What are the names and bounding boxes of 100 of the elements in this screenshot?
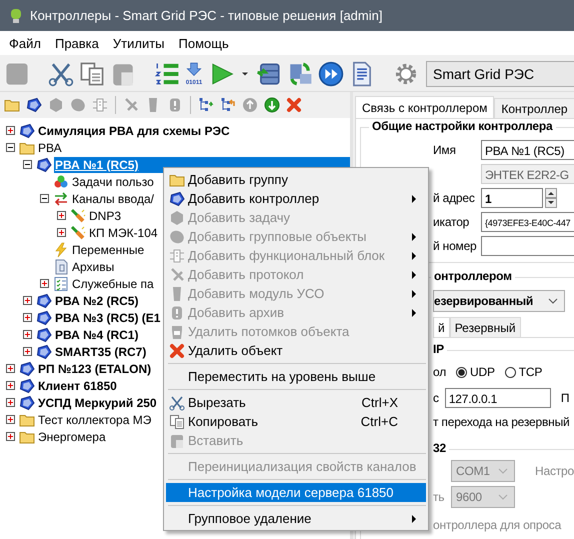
menu-item[interactable]: Групповое удаление [166, 509, 426, 528]
menu-item-label: Удалить потомков объекта [188, 324, 350, 339]
menu-item[interactable]: Копировать Ctrl+C [166, 412, 426, 431]
expand-toggle[interactable] [6, 415, 15, 424]
menu-item-label: Добавить контроллер [188, 191, 320, 206]
alert-icon [169, 304, 185, 320]
expand-toggle[interactable] [6, 381, 15, 390]
input-field[interactable]: РВА №1 (RC5) [481, 140, 574, 160]
expand-toggle[interactable] [6, 432, 15, 441]
menu-item[interactable]: Вырезать Ctrl+X [166, 393, 426, 412]
field-label: й адрес [433, 191, 476, 205]
device-icon [19, 122, 35, 138]
expand-toggle[interactable] [57, 228, 66, 237]
menu-item[interactable]: Добавить контроллер [166, 189, 426, 208]
menu-item-label: Групповое удаление [188, 511, 312, 526]
archive-icon [53, 258, 69, 274]
expand-toggle[interactable] [6, 364, 15, 373]
menu-item[interactable]: Утилиты [106, 32, 172, 54]
lightning-icon [53, 242, 69, 258]
expand-toggle[interactable] [23, 313, 32, 322]
expand-toggle[interactable] [6, 143, 15, 152]
menu-item-label: Переместить на уровень выше [188, 369, 377, 384]
field-label: ол [433, 365, 446, 379]
settings-icon [393, 61, 419, 87]
input-field[interactable]: 1 [481, 188, 543, 208]
menu-item-label: Добавить протокол [188, 267, 305, 282]
tree-item[interactable]: РВА [37, 140, 350, 156]
blob-icon [169, 228, 185, 244]
device-icon [19, 360, 35, 376]
tab[interactable]: Контроллер [494, 98, 574, 118]
arrows-icon [53, 190, 69, 206]
menu-item-label: Добавить модуль УСО [188, 286, 326, 301]
submenu-arrow-icon [412, 194, 416, 202]
shortcut: Ctrl+C [360, 414, 398, 429]
input-field[interactable]: {4973EFE3-E40C-447 [481, 212, 574, 232]
mode-dropdown[interactable]: езервированный [433, 290, 565, 312]
menu-item-label: Добавить функциональный блок [188, 248, 386, 263]
submenu-arrow-icon [412, 514, 416, 522]
shortcut: Ctrl+X [362, 395, 398, 410]
paste-icon [169, 432, 185, 448]
expand-toggle[interactable] [57, 211, 66, 220]
device-icon [19, 378, 35, 394]
toolbar-button[interactable] [262, 95, 282, 115]
profile-field[interactable]: Smart Grid РЭС [426, 61, 574, 87]
function-block-icon [169, 248, 185, 264]
group-title: Общие настройки контроллера [369, 119, 556, 133]
menu-item-label: Переинициализация свойств каналов [188, 459, 416, 474]
alert-icon [167, 97, 183, 113]
field-label: ть [433, 490, 445, 504]
menu-item-label: Вырезать [188, 395, 247, 410]
radio-button[interactable]: UDP [456, 365, 495, 379]
expand-toggle[interactable] [23, 347, 32, 356]
menu-item[interactable]: Удалить объект [166, 341, 426, 360]
bucket-icon [169, 324, 185, 340]
toolbar-button[interactable] [24, 95, 44, 115]
delete-icon [169, 342, 185, 358]
window-title: Контроллеры - Smart Grid РЭС - типовые решения [admin] [30, 8, 382, 23]
copy-icon [79, 61, 105, 87]
group-title: 32 [433, 441, 449, 455]
device-icon [169, 190, 185, 206]
menu-item[interactable]: Переместить на уровень выше [166, 367, 426, 386]
group-title: IP [433, 342, 447, 356]
scissors-icon [48, 61, 74, 87]
blob-icon [70, 97, 86, 113]
menu-item[interactable]: Правка [48, 32, 106, 54]
field-label: П [560, 391, 570, 405]
submenu-arrow-icon [412, 252, 416, 260]
expand-toggle[interactable] [23, 330, 32, 339]
delete-icon [286, 97, 302, 113]
expand-toggle[interactable] [23, 160, 32, 169]
menu-item[interactable]: Файл [2, 32, 48, 54]
expand-toggle[interactable] [6, 398, 15, 407]
expand-toggle[interactable] [40, 279, 49, 288]
radio-button[interactable]: TCP [504, 365, 542, 379]
tab[interactable]: Резервный [450, 317, 521, 337]
dropdown-value: COM1 [456, 464, 490, 478]
expand-toggle[interactable] [23, 296, 32, 305]
menu-item[interactable]: Настройка модели сервера 61850 [166, 483, 426, 502]
menu-item-label: Копировать [188, 414, 259, 429]
dropdown-value: езервированный [434, 294, 534, 308]
tree-item[interactable]: Симуляция РВА для схемы РЭС [37, 122, 350, 138]
copy-icon [169, 414, 185, 430]
tab[interactable]: й [433, 317, 450, 337]
expand-toggle[interactable] [40, 194, 49, 203]
menu-item-label: Настройка модели сервера 61850 [188, 485, 395, 500]
input-field[interactable] [481, 236, 574, 256]
device-icon [36, 292, 52, 308]
submenu-arrow-icon [412, 232, 416, 240]
folder-icon [4, 97, 20, 113]
menu-item-label: Добавить задачу [188, 210, 292, 225]
input-field[interactable]: 127.0.0.1 [444, 388, 551, 408]
toolbar-button[interactable] [318, 59, 344, 89]
menu-item[interactable]: Помощь [172, 32, 236, 54]
menu-item[interactable]: Добавить группу [166, 170, 426, 189]
hexagon-icon [169, 210, 185, 226]
tab[interactable]: Связь с контроллером [355, 96, 494, 118]
spin-buttons[interactable] [545, 188, 557, 208]
submenu-arrow-icon [412, 270, 416, 278]
field-label: Имя [433, 143, 457, 157]
expand-toggle[interactable] [6, 126, 15, 135]
